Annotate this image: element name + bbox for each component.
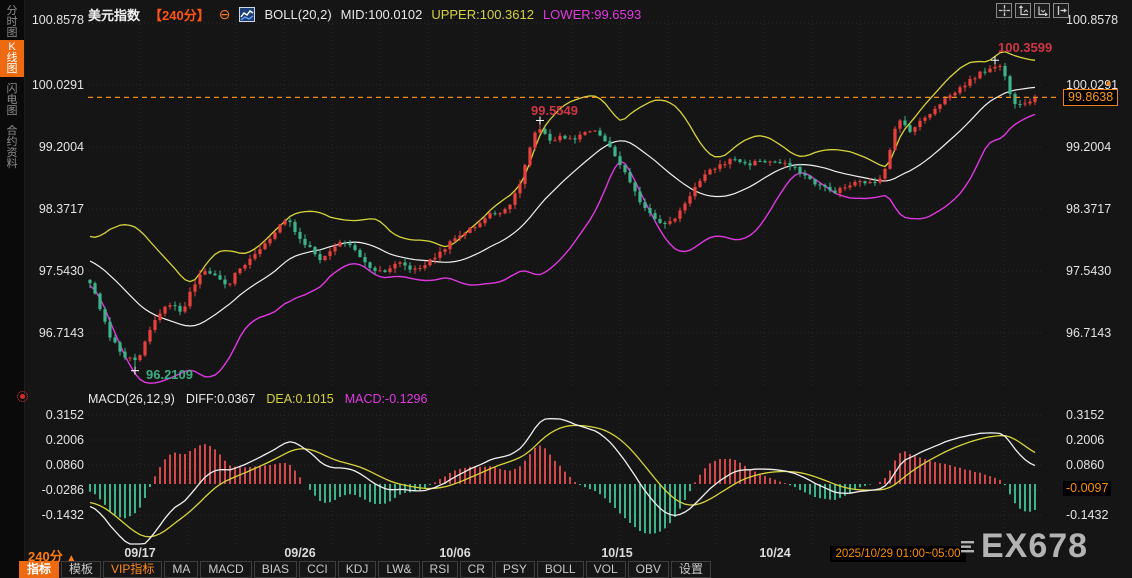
line-chart-icon[interactable] <box>239 6 256 22</box>
sidebar-tab-lightning[interactable]: 闪电图 <box>0 82 24 119</box>
chart-canvas[interactable] <box>0 0 1132 578</box>
x-axis-scale-icon[interactable] <box>1034 3 1050 18</box>
sidebar-tab-label: 分时图 <box>6 5 18 39</box>
boll-indicator-label: BOLL(20,2) <box>264 6 332 22</box>
annotation-high: 100.3599 <box>998 40 1053 55</box>
macd-tick: -0.1432 <box>1066 508 1109 522</box>
price-tick: 100.0291 <box>31 78 84 92</box>
macd-tick: 0.0860 <box>1066 458 1105 472</box>
chart-type-sidebar: 分时图 K线图 闪电图 合约资料 <box>0 0 25 578</box>
price-tick: 98.3717 <box>38 202 84 216</box>
pan-right-icon[interactable] <box>1053 3 1069 18</box>
indicator-toolbar: 指标 模板 VIP指标 MA MACD BIAS CCI KDJ LW& RSI CR PSY BOLL… <box>19 561 711 578</box>
x-axis-date-0917: 09/17 <box>124 546 156 560</box>
sidebar-tab-timeshare[interactable]: 分时图 <box>0 4 24 41</box>
macd-value: MACD:-0.1296 <box>344 392 428 406</box>
macd-tick: -0.0286 <box>41 483 84 497</box>
toolbar-button-psy[interactable]: PSY <box>494 561 535 578</box>
collapse-indicator-icon[interactable]: ⊖ <box>219 7 231 21</box>
macd-name: MACD(26,12,9) <box>88 392 175 406</box>
toolbar-button-kdj[interactable]: KDJ <box>337 561 377 578</box>
macd-tick: 0.3152 <box>45 408 84 422</box>
toolbar-button-template[interactable]: 模板 <box>61 561 102 578</box>
macd-tick: 0.0860 <box>45 458 84 472</box>
macd-diff-value: DIFF:0.0367 <box>185 392 256 406</box>
price-tick: 99.2004 <box>1066 140 1112 154</box>
current-price-badge: 99.8638 <box>1063 89 1119 106</box>
price-tick: 97.5430 <box>38 264 84 278</box>
chart-header: 美元指数 【240分】 ⊖ BOLL(20,2) MID:100.0102 UP… <box>88 5 641 23</box>
toolbar-button-bias[interactable]: BIAS <box>253 561 298 578</box>
price-up-arrow-icon: ▲ <box>1104 77 1113 87</box>
x-axis-date-1015: 10/15 <box>601 546 633 560</box>
x-axis-date-0926: 09/26 <box>284 546 316 560</box>
x-axis-date-1024: 10/24 <box>759 546 791 560</box>
toolbar-button-cr[interactable]: CR <box>459 561 493 578</box>
macd-tick: 0.3152 <box>1066 408 1105 422</box>
sidebar-tab-kline[interactable]: K线图 <box>0 40 24 77</box>
sidebar-tab-label: K线图 <box>6 41 18 75</box>
period-label[interactable]: 【240分】 <box>149 5 210 24</box>
macd-current-badge: -0.0097 <box>1063 481 1112 496</box>
current-bar-time-range: 2025/10/29 01:00~05:00 <box>830 546 966 562</box>
toolbar-button-macd[interactable]: MACD <box>200 561 252 578</box>
toolbar-button-vip-indicator[interactable]: VIP指标 <box>103 561 163 578</box>
toolbar-button-boll[interactable]: BOLL <box>536 561 584 578</box>
chart-window: 分时图 K线图 闪电图 合约资料 美元指数 【240分】 ⊖ BOLL(20,2… <box>0 0 1132 578</box>
price-tick: 98.3717 <box>1066 202 1112 216</box>
toolbar-button-indicator[interactable]: 指标 <box>19 561 60 578</box>
symbol-title: 美元指数 <box>88 7 141 23</box>
price-tick: 100.8578 <box>1066 13 1119 27</box>
macd-tick: 0.2006 <box>45 433 84 447</box>
toolbar-button-vol[interactable]: VOL <box>585 561 626 578</box>
price-tick: 96.7143 <box>1066 326 1112 340</box>
price-tick: 97.5430 <box>1066 264 1112 278</box>
x-axis-date-1006: 10/06 <box>439 546 471 560</box>
annotation-low: 96.2109 <box>146 367 193 382</box>
boll-lower-value: LOWER:99.6593 <box>542 6 642 22</box>
toolbar-button-cci[interactable]: CCI <box>299 561 336 578</box>
price-tick: 96.7143 <box>38 326 84 340</box>
sidebar-tab-label: 闪电图 <box>6 83 18 117</box>
x-axis: 240分 ▲ 2025/10/29 01:00~05:00 09/17 09/26… <box>0 546 1132 564</box>
crosshair-icon[interactable] <box>996 3 1012 18</box>
price-tick: 100.8578 <box>31 13 84 27</box>
sidebar-tab-label: 合约资料 <box>6 125 18 170</box>
macd-header: MACD(26,12,9) DIFF:0.0367 DEA:0.1015 MAC… <box>88 392 427 406</box>
boll-upper-value: UPPER:100.3612 <box>431 6 534 22</box>
alert-icon[interactable] <box>17 391 28 402</box>
price-tick: 99.2004 <box>38 140 84 154</box>
macd-tick: -0.1432 <box>41 508 84 522</box>
chart-tools <box>996 3 1069 18</box>
toolbar-button-rsi[interactable]: RSI <box>421 561 458 578</box>
annotation-mid-high: 99.5549 <box>531 103 578 118</box>
macd-dea-value: DEA:0.1015 <box>266 392 334 406</box>
toolbar-button-lwr[interactable]: LW& <box>378 561 420 578</box>
toolbar-button-settings[interactable]: 设置 <box>670 561 711 578</box>
sidebar-tab-contract-info[interactable]: 合约资料 <box>0 124 24 172</box>
y-axis-scale-icon[interactable] <box>1015 3 1031 18</box>
toolbar-button-ma[interactable]: MA <box>164 561 199 578</box>
toolbar-button-obv[interactable]: OBV <box>627 561 669 578</box>
boll-mid-value: MID:100.0102 <box>340 6 423 22</box>
macd-tick: 0.2006 <box>1066 433 1105 447</box>
